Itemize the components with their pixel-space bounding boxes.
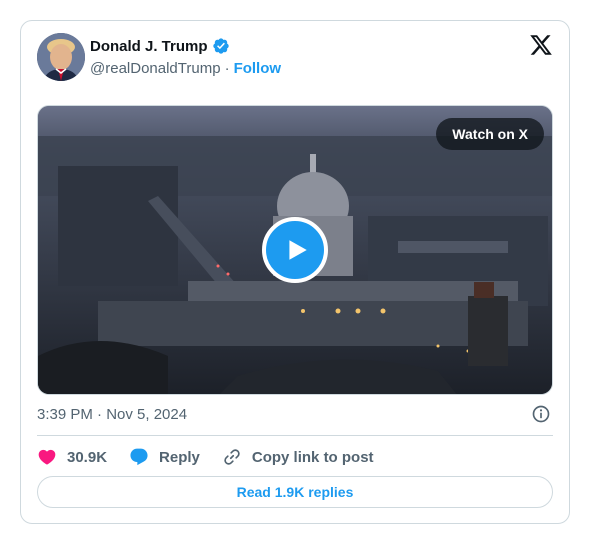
copy-link-label: Copy link to post: [251, 448, 374, 466]
like-button[interactable]: 30.9K: [37, 447, 107, 467]
follow-button[interactable]: Follow: [234, 60, 282, 77]
author-handle[interactable]: @realDonaldTrump: [90, 60, 221, 77]
copy-link-button[interactable]: Copy link to post: [222, 447, 374, 467]
video-media[interactable]: Watch on X: [37, 105, 553, 395]
embedded-post-card: Donald J. Trump @realDonaldTrump · Follo…: [20, 20, 570, 524]
heart-icon: [38, 449, 56, 465]
author-avatar[interactable]: [37, 33, 85, 81]
divider: [37, 435, 553, 436]
author-name[interactable]: Donald J. Trump: [90, 38, 208, 55]
read-replies-button[interactable]: Read 1.9K replies: [37, 476, 553, 508]
author-handle-row: @realDonaldTrump · Follow: [90, 60, 281, 77]
post-actions: 30.9K Reply Copy link to post: [37, 445, 396, 469]
reply-button[interactable]: Reply: [129, 447, 200, 467]
author-name-row: Donald J. Trump: [90, 37, 230, 55]
reply-label: Reply: [159, 448, 200, 466]
separator-dot: ·: [224, 60, 230, 77]
link-icon: [224, 449, 240, 465]
info-icon[interactable]: [531, 404, 551, 424]
post-timestamp[interactable]: 3:39 PM · Nov 5, 2024: [37, 406, 187, 423]
watch-on-x-button[interactable]: Watch on X: [436, 118, 544, 150]
play-button[interactable]: [262, 217, 328, 283]
reply-bubble-icon: [130, 448, 148, 466]
verified-badge-icon: [212, 38, 229, 54]
play-icon: [289, 240, 307, 260]
like-count: 30.9K: [67, 448, 108, 466]
x-logo-icon[interactable]: [529, 33, 553, 57]
